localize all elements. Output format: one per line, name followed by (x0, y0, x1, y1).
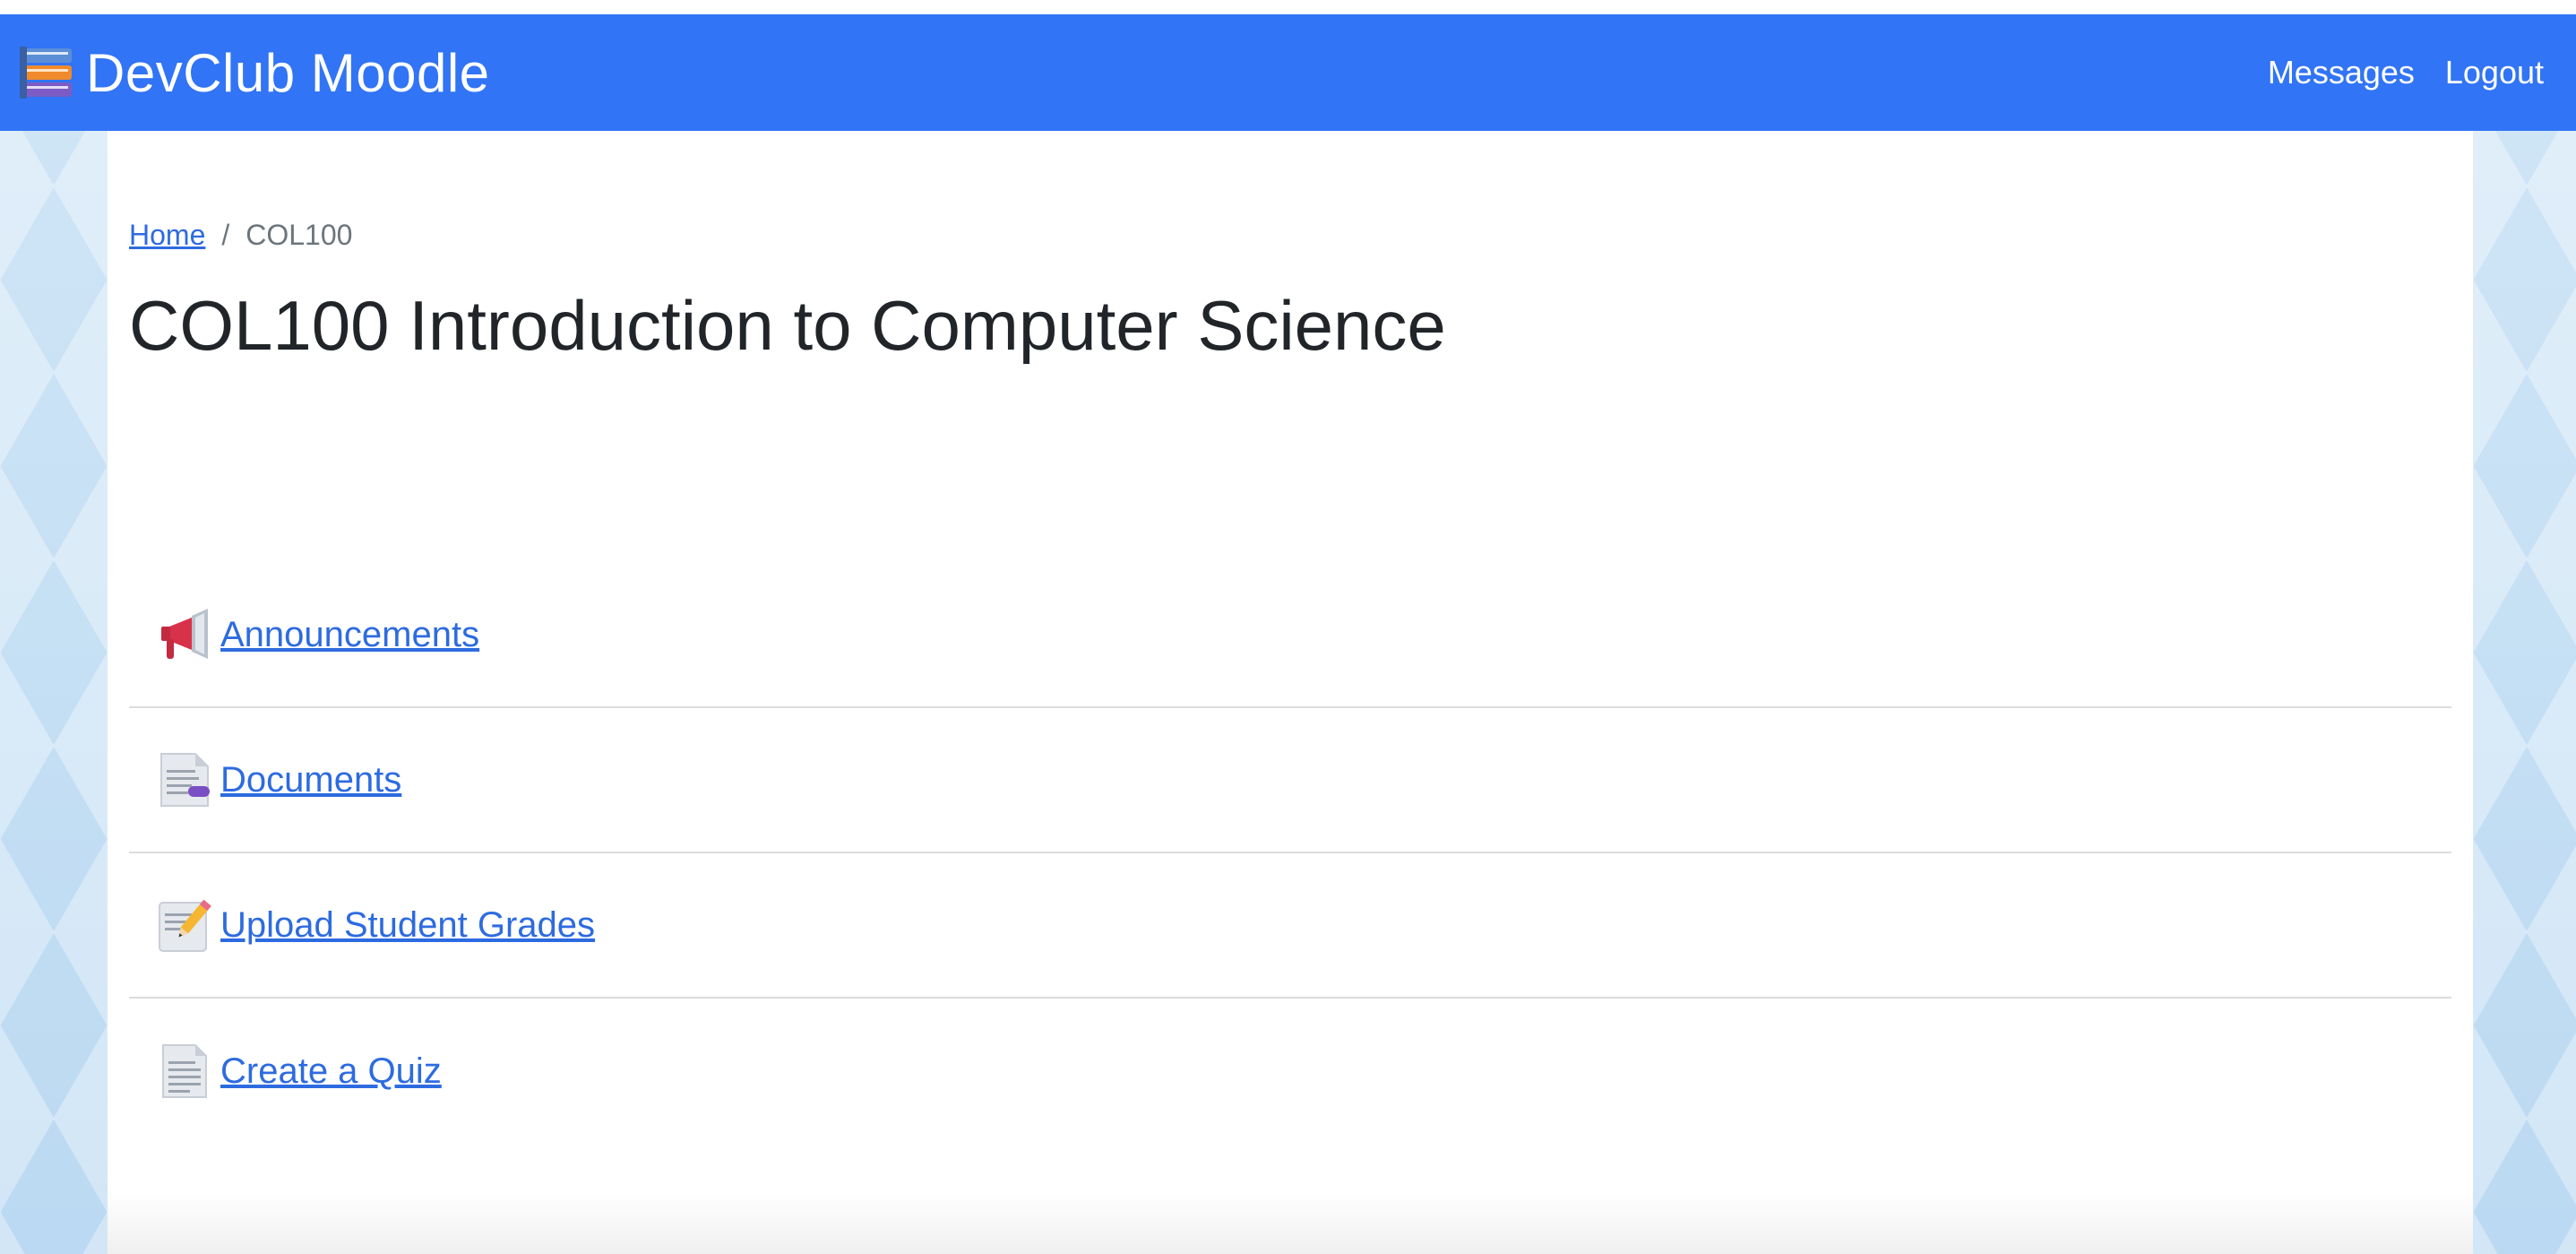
documents-link[interactable]: Documents (220, 760, 401, 800)
messages-link[interactable]: Messages (2268, 54, 2415, 91)
breadcrumb-home-link[interactable]: Home (129, 219, 205, 252)
page-title: COL100 Introduction to Computer Science (129, 286, 1446, 365)
list-item: Create a Quiz (129, 999, 2451, 1144)
breadcrumb-current: COL100 (246, 219, 353, 251)
announcements-link[interactable]: Announcements (220, 615, 479, 655)
create-quiz-link[interactable]: Create a Quiz (220, 1051, 442, 1092)
breadcrumb-separator: / (221, 219, 230, 251)
navbar: DevClub Moodle Messages Logout (0, 14, 2576, 131)
logout-link[interactable]: Logout (2445, 54, 2544, 91)
nav-links: Messages Logout (2268, 14, 2544, 131)
top-strip (0, 0, 2576, 14)
breadcrumb: Home / COL100 (129, 219, 352, 252)
megaphone-icon (161, 609, 208, 659)
list-item: Upload Student Grades (129, 853, 2451, 999)
books-icon (20, 47, 72, 99)
upload-grades-link[interactable]: Upload Student Grades (220, 905, 595, 946)
brand-title: DevClub Moodle (86, 42, 490, 103)
activity-list: Announcements Documents Upload Student G… (129, 563, 2451, 1144)
memo-pencil-icon (159, 899, 211, 952)
document-icon (160, 753, 210, 807)
brand[interactable]: DevClub Moodle (20, 14, 490, 131)
list-item: Documents (129, 708, 2451, 853)
page-icon (162, 1044, 207, 1098)
main-content: Home / COL100 COL100 Introduction to Com… (108, 131, 2473, 1254)
list-item: Announcements (129, 563, 2451, 708)
